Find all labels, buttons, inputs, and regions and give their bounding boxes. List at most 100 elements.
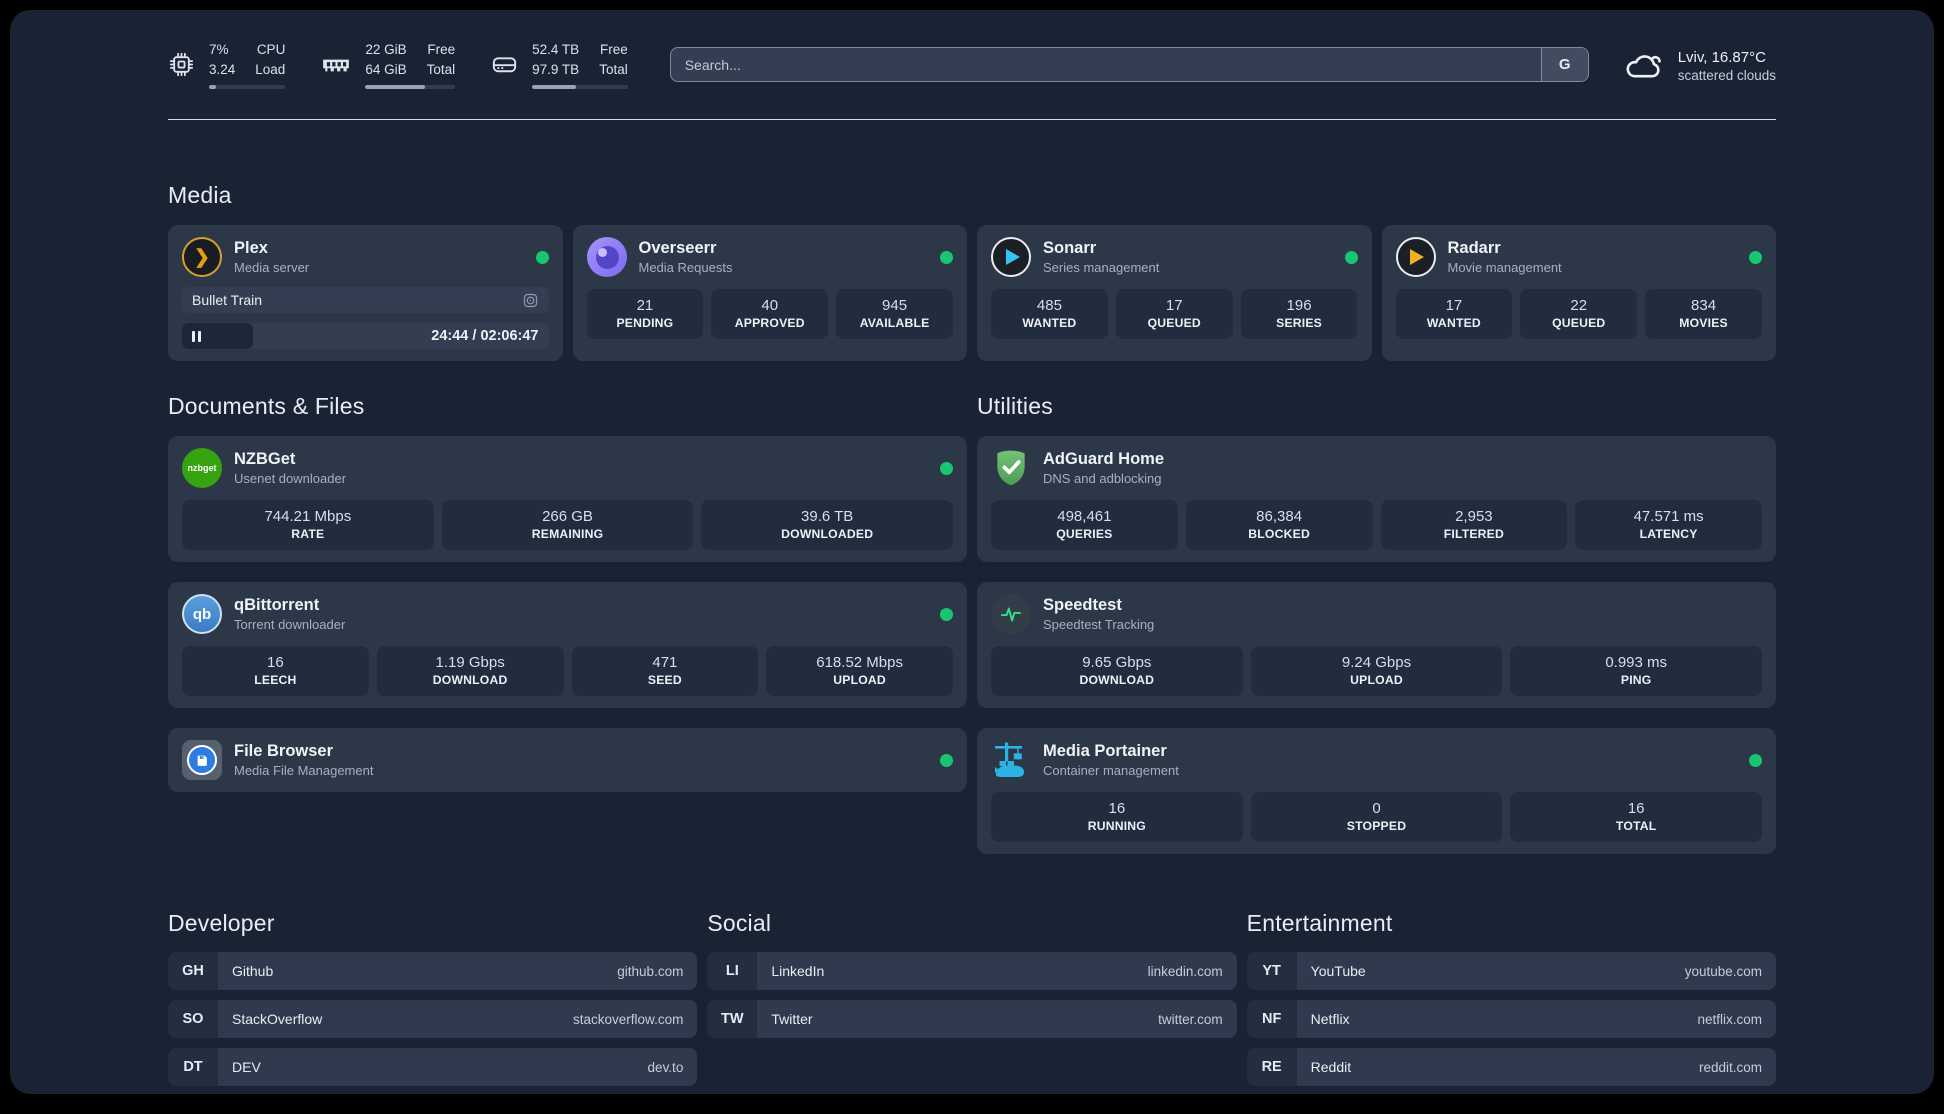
stat-seed: 471 SEED (571, 646, 759, 697)
bookmark-dev[interactable]: DT DEV dev.to (168, 1048, 698, 1087)
status-dot (940, 607, 953, 621)
section-developer: Developer GH Github github.com SO StackOv… (168, 910, 698, 1087)
bookmark-twitter[interactable]: TW Twitter twitter.com (707, 1000, 1237, 1039)
bookmark-name: Netflix (1310, 1011, 1350, 1028)
bookmark-netflix[interactable]: NF Netflix netflix.com (1246, 1000, 1776, 1039)
app-subtitle: Series management (1043, 260, 1160, 276)
ram-icon (323, 59, 350, 71)
bookmark-url: dev.to (647, 1059, 684, 1075)
bookmark-stackoverflow[interactable]: SO StackOverflow stackoverflow.com (168, 1000, 698, 1039)
bookmark-abbr: YT (1246, 952, 1297, 991)
bookmark-abbr: SO (168, 1000, 218, 1039)
bookmark-name: DEV (232, 1059, 261, 1076)
stat-total: 16 TOTAL (1510, 792, 1763, 843)
stat-download: 1.19 Gbps DOWNLOAD (376, 646, 564, 697)
stat-stopped: 0 STOPPED (1250, 792, 1503, 843)
speedtest-icon (991, 594, 1031, 635)
cpu-icon (169, 52, 194, 77)
stat-rate: 744.21 Mbps RATE (182, 500, 434, 551)
app-name: Overseerr (638, 239, 717, 258)
playback-time: 24:44 / 02:06:47 (431, 328, 539, 345)
disk-total-value: 97.9 TB (532, 61, 580, 77)
bookmark-abbr: TW (707, 1000, 758, 1039)
bookmark-name: StackOverflow (232, 1011, 323, 1028)
bookmark-abbr: DT (168, 1048, 218, 1087)
section-social: Social LI LinkedIn linkedin.com TW Twitte… (707, 910, 1237, 1086)
bookmark-url: linkedin.com (1147, 963, 1223, 979)
stat-series: 196 SERIES (1240, 289, 1358, 340)
app-name: Plex (234, 239, 268, 258)
stat-downloaded: 39.6 TB DOWNLOADED (701, 500, 954, 551)
radarr-card[interactable]: Radarr Movie management 17 WANTED 22 QUEUE… (1381, 225, 1776, 362)
app-name: Speedtest (1043, 596, 1122, 615)
section-documents: Documents & Files nzbget NZBGet Usenet d… (168, 393, 967, 854)
pause-icon[interactable] (192, 330, 201, 342)
portainer-icon (995, 742, 1024, 778)
cpu-load-value: 3.24 (209, 61, 236, 77)
filebrowser-card[interactable]: File Browser Media File Management (168, 728, 967, 793)
nzbget-card[interactable]: nzbget NZBGet Usenet downloader 744.21 M… (168, 436, 967, 563)
adguard-icon (997, 450, 1025, 486)
cpu-usage-label: CPU (256, 42, 286, 57)
bookmark-abbr: RE (1246, 1048, 1297, 1087)
disk-total-label: Total (599, 61, 628, 77)
ram-total-value: 64 GiB (365, 61, 407, 77)
disk-stat: 52.4 TB 97.9 TB Free Total (491, 40, 628, 90)
stat-filtered: 2,953 FILTERED (1380, 500, 1568, 551)
sonarr-card[interactable]: Sonarr Series management 485 WANTED 17 QUE… (977, 225, 1372, 362)
stat-queries: 498,461 QUERIES (991, 500, 1178, 551)
bookmark-youtube[interactable]: YT YouTube youtube.com (1246, 952, 1776, 991)
status-dot (1344, 250, 1358, 264)
header: 7% 3.24 CPU Load 22 GiB 64 GiB Free Tota… (168, 10, 1776, 90)
cpu-progress-bar (209, 85, 286, 90)
bookmark-url: stackoverflow.com (573, 1011, 684, 1027)
bookmark-url: netflix.com (1697, 1011, 1762, 1027)
disk-progress-bar (532, 85, 628, 90)
google-search-button[interactable]: G (1540, 48, 1588, 82)
stat-upload: 618.52 Mbps UPLOAD (766, 646, 953, 697)
qbittorrent-card[interactable]: qb qBittorrent Torrent downloader 16 LEEC… (168, 582, 967, 709)
section-utilities: Utilities AdGuard Home DNS and adblockin… (977, 393, 1776, 855)
sonarr-icon (991, 237, 1031, 278)
adguard-card[interactable]: AdGuard Home DNS and adblocking 498,461 Q… (977, 436, 1776, 563)
app-name: AdGuard Home (1043, 450, 1165, 469)
stat-movies: 834 MOVIES (1645, 289, 1762, 340)
stat-queued: 22 QUEUED (1520, 289, 1638, 340)
bookmark-abbr: LI (707, 952, 758, 991)
stat-upload: 9.24 Gbps UPLOAD (1250, 646, 1503, 697)
weather-widget[interactable]: Lviv, 16.87°C scattered clouds (1623, 47, 1776, 83)
speedtest-card[interactable]: Speedtest Speedtest Tracking 9.65 Gbps DO… (977, 582, 1776, 709)
disk-icon (492, 57, 517, 73)
app-subtitle: Container management (1043, 763, 1179, 779)
bookmark-reddit[interactable]: RE Reddit reddit.com (1246, 1048, 1776, 1087)
bookmark-name: Github (232, 963, 274, 980)
app-subtitle: Media File Management (234, 763, 374, 779)
weather-location: Lviv, 16.87°C (1677, 48, 1766, 66)
stat-approved: 40 APPROVED (711, 289, 829, 340)
app-name: qBittorrent (234, 596, 320, 615)
app-subtitle: Speedtest Tracking (1043, 617, 1155, 633)
stat-leech: 16 LEECH (182, 646, 369, 697)
app-name: NZBGet (234, 450, 296, 469)
plex-icon: ❯ (182, 237, 222, 278)
app-subtitle: Media Requests (638, 260, 733, 276)
bookmark-github[interactable]: GH Github github.com (168, 952, 698, 991)
bookmark-name: LinkedIn (771, 963, 825, 980)
playback-progress-bar[interactable]: 24:44 / 02:06:47 (182, 323, 549, 350)
weather-condition: scattered clouds (1677, 67, 1776, 83)
bookmark-abbr: NF (1246, 1000, 1297, 1039)
search-input[interactable] (670, 48, 1541, 82)
bookmark-linkedin[interactable]: LI LinkedIn linkedin.com (707, 952, 1237, 991)
plex-card[interactable]: ❯ Plex Media server Bullet Train 24:44 /… (168, 225, 563, 362)
portainer-card[interactable]: Media Portainer Container management 16 R… (977, 728, 1776, 855)
section-title-utilities: Utilities (977, 393, 1053, 420)
overseerr-card[interactable]: Overseerr Media Requests 21 PENDING 40 APP… (572, 225, 967, 362)
status-dot (940, 753, 953, 767)
section-title-media: Media (168, 182, 232, 209)
stat-ping: 0.993 ms PING (1510, 646, 1763, 697)
session-icon (523, 293, 537, 307)
app-subtitle: Torrent downloader (234, 617, 346, 633)
cpu-stat: 7% 3.24 CPU Load (168, 40, 286, 90)
bookmark-name: Twitter (771, 1011, 813, 1028)
app-subtitle: Movie management (1447, 260, 1562, 276)
